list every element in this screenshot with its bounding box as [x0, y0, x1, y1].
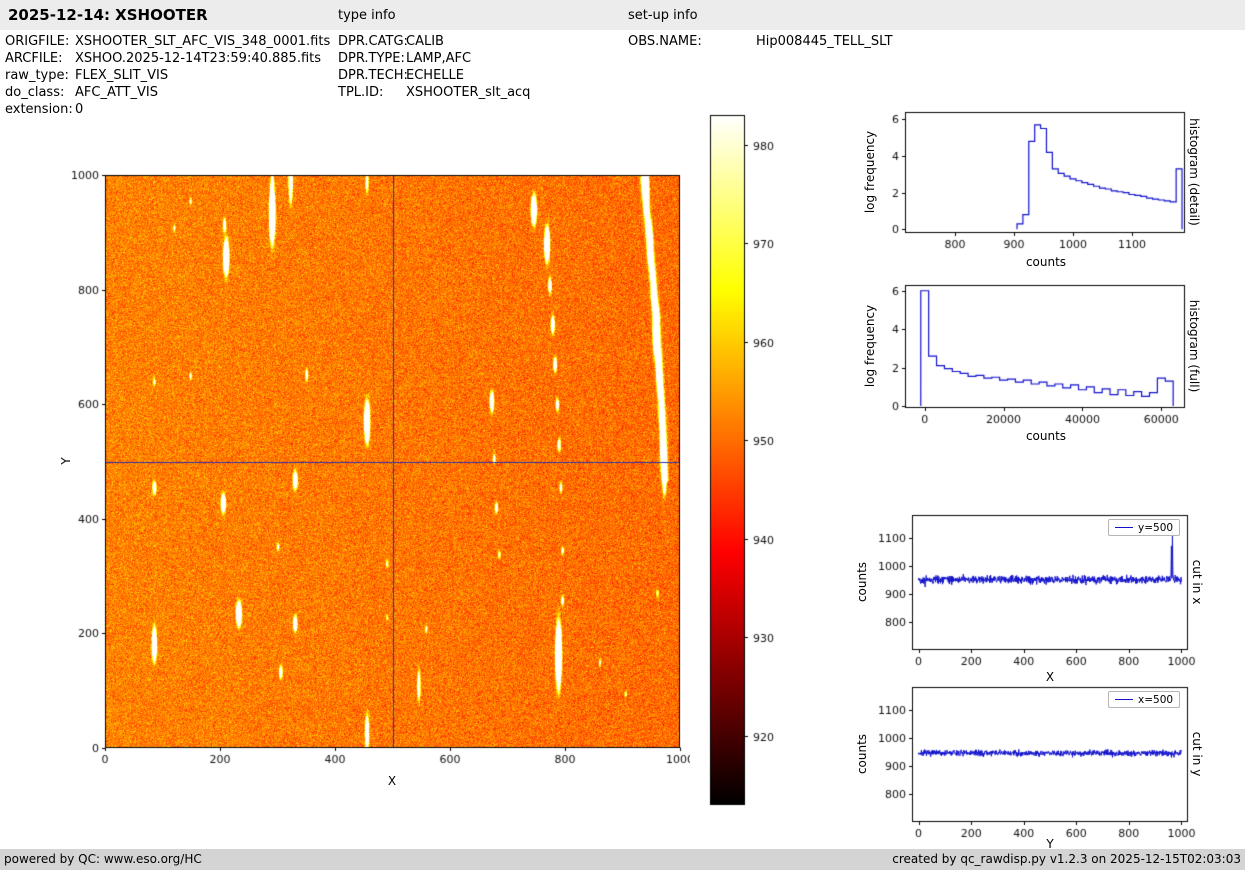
metadata-value: 0 — [75, 102, 83, 117]
footer-bar: powered by QC: www.eso.org/HC created by… — [0, 849, 1245, 870]
metadata-label: ARCFILE: — [5, 50, 75, 67]
metadata-row: OBS.NAME:Hip008445_TELL_SLT — [628, 33, 893, 50]
legend-line-sample — [1115, 527, 1133, 528]
cut-in-x-side-label: cut in x — [1190, 560, 1204, 605]
histogram-full-plot — [858, 271, 1203, 426]
metadata-value: CALIB — [406, 34, 444, 49]
histogram-detail-xaxis-label: counts — [1026, 255, 1066, 269]
metadata-label: do_class: — [5, 84, 75, 101]
raw-image-yaxis-label: Y — [59, 457, 73, 464]
raw-image-xaxis-label: X — [388, 774, 396, 788]
metadata-setup-info: OBS.NAME:Hip008445_TELL_SLT — [628, 33, 893, 50]
histogram-full-yaxis-label: log frequency — [863, 305, 877, 387]
cut-in-y-yaxis-label: counts — [855, 734, 869, 774]
page-title: 2025-12-14: XSHOOTER — [8, 6, 208, 24]
histogram-full-xaxis-label: counts — [1026, 429, 1066, 443]
metadata-label: DPR.TYPE: — [338, 50, 406, 67]
metadata-label: OBS.NAME: — [628, 33, 756, 50]
cut-in-y-side-label: cut in y — [1190, 732, 1204, 777]
raw-image-plot — [58, 163, 690, 775]
metadata-row: do_class:AFC_ATT_VIS — [5, 84, 330, 101]
metadata-label: ORIGFILE: — [5, 33, 75, 50]
metadata-row: TPL.ID:XSHOOTER_slt_acq — [338, 84, 530, 101]
metadata-value: ECHELLE — [406, 68, 464, 83]
metadata-row: ARCFILE:XSHOO.2025-12-14T23:59:40.885.fi… — [5, 50, 330, 67]
footer-created-by: created by qc_rawdisp.py v1.2.3 on 2025-… — [892, 849, 1241, 870]
histogram-detail-plot — [858, 98, 1203, 250]
metadata-row: extension:0 — [5, 101, 330, 118]
histogram-detail-side-label: histogram (detail) — [1187, 118, 1201, 226]
metadata-value: LAMP,AFC — [406, 51, 471, 66]
metadata-value: AFC_ATT_VIS — [75, 85, 158, 100]
header-bar: 2025-12-14: XSHOOTER type info set-up in… — [0, 0, 1245, 30]
metadata-value: XSHOO.2025-12-14T23:59:40.885.fits — [75, 51, 321, 66]
metadata-label: DPR.CATG: — [338, 33, 406, 50]
metadata-label: TPL.ID: — [338, 84, 406, 101]
metadata-row: DPR.CATG:CALIB — [338, 33, 530, 50]
metadata-file-info: ORIGFILE:XSHOOTER_SLT_AFC_VIS_348_0001.f… — [5, 33, 330, 118]
cut-in-y-legend: x=500 — [1108, 691, 1180, 708]
legend-label: y=500 — [1138, 522, 1173, 534]
metadata-label: DPR.TECH: — [338, 67, 406, 84]
cut-in-x-yaxis-label: counts — [855, 562, 869, 602]
legend-label: x=500 — [1138, 694, 1173, 706]
metadata-value: FLEX_SLIT_VIS — [75, 68, 168, 83]
colorbar — [700, 108, 820, 814]
type-info-heading: type info — [338, 8, 396, 23]
metadata-label: extension: — [5, 101, 75, 118]
setup-info-heading: set-up info — [628, 8, 698, 23]
histogram-full-side-label: histogram (full) — [1187, 300, 1201, 393]
metadata-row: raw_type:FLEX_SLIT_VIS — [5, 67, 330, 84]
histogram-detail-yaxis-label: log frequency — [863, 131, 877, 213]
qc-report-page: 2025-12-14: XSHOOTER type info set-up in… — [0, 0, 1245, 870]
metadata-value: XSHOOTER_SLT_AFC_VIS_348_0001.fits — [75, 34, 330, 49]
cut-in-x-legend: y=500 — [1108, 519, 1180, 536]
footer-powered-by: powered by QC: www.eso.org/HC — [4, 849, 202, 870]
metadata-row: ORIGFILE:XSHOOTER_SLT_AFC_VIS_348_0001.f… — [5, 33, 330, 50]
legend-line-sample — [1115, 699, 1133, 700]
metadata-row: DPR.TYPE:LAMP,AFC — [338, 50, 530, 67]
metadata-label: raw_type: — [5, 67, 75, 84]
metadata-value: XSHOOTER_slt_acq — [406, 85, 530, 100]
metadata-row: DPR.TECH:ECHELLE — [338, 67, 530, 84]
metadata-type-info: DPR.CATG:CALIBDPR.TYPE:LAMP,AFCDPR.TECH:… — [338, 33, 530, 101]
metadata-value: Hip008445_TELL_SLT — [756, 34, 893, 49]
